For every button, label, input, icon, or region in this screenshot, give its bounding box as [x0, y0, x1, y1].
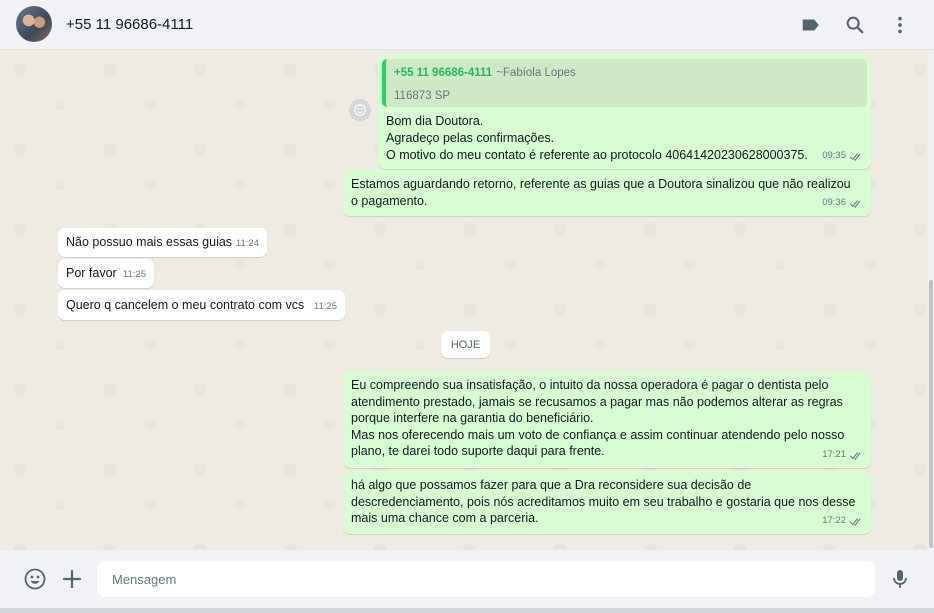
label-icon[interactable] — [800, 14, 822, 36]
read-ticks-icon — [849, 518, 861, 527]
message-time: 17:21 — [822, 447, 863, 464]
quoted-message[interactable]: +55 11 96686-4111 ~Fabíola Lopes 116873 S… — [382, 59, 867, 107]
message-bubble-incoming[interactable]: Por favor 11:25 — [58, 259, 154, 288]
message-time: 11:25 — [122, 269, 146, 281]
message-text: Quero q cancelem o meu contrato com vcs — [66, 298, 305, 312]
read-ticks-icon — [849, 153, 861, 162]
message-bubble-outgoing[interactable]: +55 11 96686-4111 ~Fabíola Lopes 116873 S… — [378, 55, 871, 169]
emoji-reaction-icon[interactable] — [349, 99, 371, 121]
message-bubble-outgoing[interactable]: há algo que possamos fazer para que a Dr… — [343, 471, 871, 534]
message-text: Bom dia Doutora. Agradeço pelas confirma… — [386, 114, 808, 162]
date-divider: HOJE — [441, 331, 490, 358]
read-ticks-icon — [849, 452, 861, 461]
attach-plus-icon[interactable] — [60, 567, 84, 591]
message-time: 09:35 — [822, 148, 863, 165]
message-bubble-outgoing[interactable]: Eu compreendo sua insatisfação, o intuit… — [343, 371, 871, 468]
message-time: 09:36 — [822, 195, 863, 212]
message-time: 11:25 — [313, 301, 337, 313]
message-time-text: 09:35 — [822, 150, 846, 162]
message-text: Eu compreendo sua insatisfação, o intuit… — [351, 378, 845, 459]
chat-scrollbar-thumb[interactable] — [929, 280, 933, 548]
chat-header: +55 11 96686-4111 — [0, 0, 934, 50]
read-ticks-icon — [849, 200, 861, 209]
message-text: Estamos aguardando retorno, referente as… — [351, 177, 851, 208]
message-bubble-incoming[interactable]: Não possuo mais essas guias 11:24 — [58, 228, 267, 257]
emoji-icon[interactable] — [23, 567, 47, 591]
window-bottom-edge — [0, 608, 934, 613]
message-text: Não possuo mais essas guias — [66, 235, 233, 249]
message-time-text: 17:22 — [822, 515, 846, 527]
message-text: há algo que possamos fazer para que a Dr… — [351, 478, 856, 526]
search-icon[interactable] — [844, 14, 866, 36]
microphone-icon[interactable] — [888, 567, 912, 591]
message-input[interactable] — [97, 561, 875, 597]
message-time-text: 09:36 — [822, 197, 846, 209]
quote-text: 116873 SP — [394, 89, 451, 102]
message-bubble-outgoing[interactable]: Estamos aguardando retorno, referente as… — [343, 170, 871, 216]
contact-name[interactable]: +55 11 96686-4111 — [66, 16, 193, 33]
message-time: 11:24 — [235, 238, 259, 250]
message-time: 17:22 — [822, 513, 863, 530]
quote-sender-alias: ~Fabíola Lopes — [496, 67, 576, 79]
menu-icon[interactable] — [889, 14, 911, 36]
avatar[interactable] — [16, 6, 52, 42]
quote-sender: +55 11 96686-4111 — [394, 67, 493, 79]
message-bubble-incoming[interactable]: Quero q cancelem o meu contrato com vcs … — [58, 290, 345, 320]
message-time-text: 17:21 — [822, 449, 846, 461]
